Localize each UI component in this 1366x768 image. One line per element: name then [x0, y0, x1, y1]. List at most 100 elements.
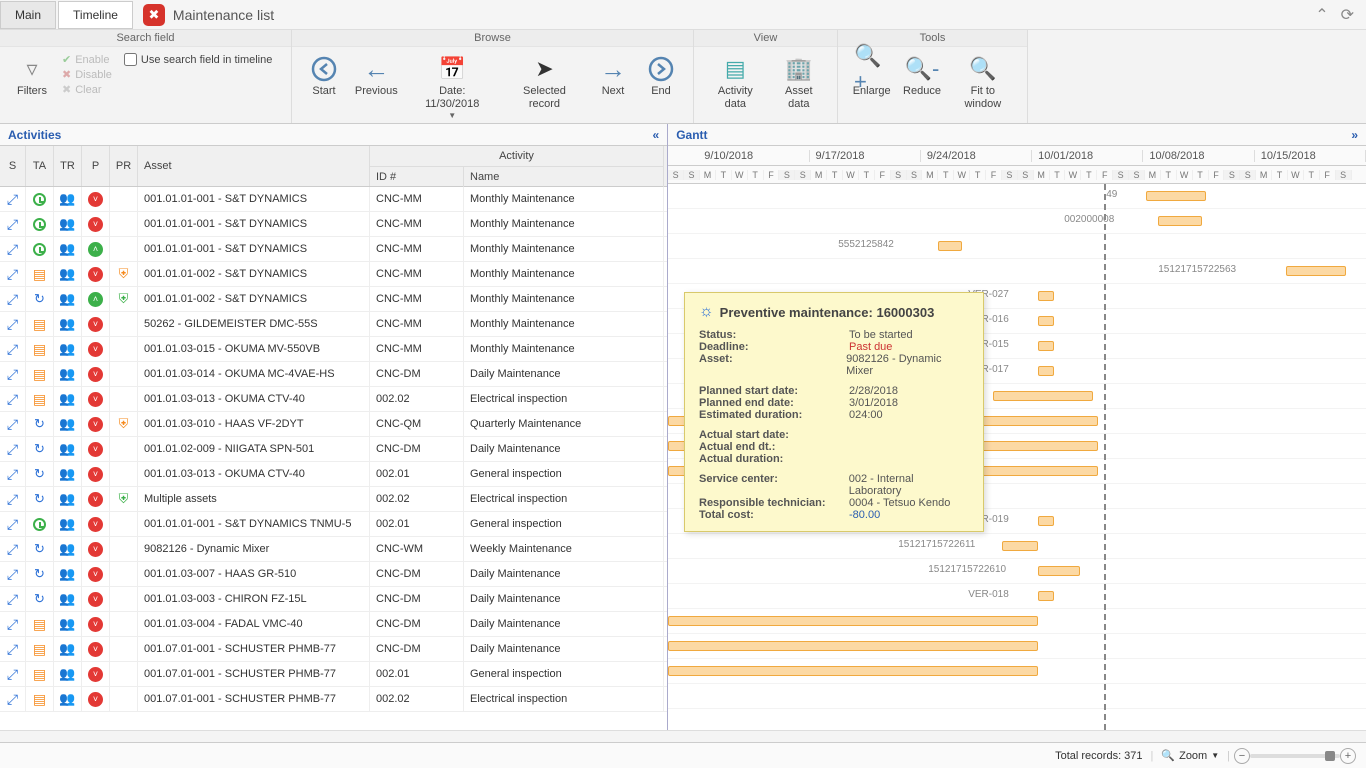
zoom-slider[interactable] — [1250, 754, 1340, 758]
clear-button[interactable]: ✖Clear — [62, 83, 112, 96]
enable-button[interactable]: ✔Enable — [62, 53, 112, 66]
table-row[interactable]: ⤢▤👥˅001.01.03-015 - OKUMA MV-550VBCNC-MM… — [0, 337, 667, 362]
expand-icon[interactable]: ⤢ — [7, 491, 18, 508]
gantt-row[interactable] — [668, 659, 1366, 684]
asset-data-button[interactable]: 🏢Asset data — [769, 51, 829, 113]
table-row[interactable]: ⤢▤👥˅001.01.03-004 - FADAL VMC-40CNC-DMDa… — [0, 612, 667, 637]
col-tr[interactable]: TR — [54, 146, 82, 186]
gantt-bar[interactable] — [1038, 591, 1054, 601]
selected-record-button[interactable]: ➤Selected record — [500, 51, 589, 113]
gantt-bar[interactable] — [668, 641, 1038, 651]
gantt-row[interactable] — [668, 634, 1366, 659]
gantt-row[interactable]: 15121715722610 — [668, 559, 1366, 584]
expand-icon[interactable]: ⤢ — [7, 566, 18, 583]
table-row[interactable]: ⤢👥˅001.01.01-001 - S&T DYNAMICSCNC-MMMon… — [0, 212, 667, 237]
end-button[interactable]: End — [637, 51, 685, 100]
date-button[interactable]: 📅Date: 11/30/2018▼ — [405, 51, 500, 122]
expand-icon[interactable]: ⤢ — [7, 291, 18, 308]
col-id[interactable]: ID # — [370, 166, 464, 187]
gantt-row[interactable]: 002000008 — [668, 209, 1366, 234]
table-row[interactable]: ⤢▤👥˅⛨001.01.01-002 - S&T DYNAMICSCNC-MMM… — [0, 262, 667, 287]
gantt-bar[interactable] — [1038, 366, 1054, 376]
reduce-button[interactable]: 🔍-Reduce — [897, 51, 946, 100]
expand-icon[interactable]: ⤢ — [7, 366, 18, 383]
gantt-row[interactable] — [668, 184, 1366, 209]
col-ta[interactable]: TA — [26, 146, 54, 186]
activity-data-button[interactable]: ▤Activity data — [702, 51, 769, 113]
gantt-row[interactable]: 15121715722563 — [668, 259, 1366, 284]
table-row[interactable]: ⤢↻👥˅001.01.03-013 - OKUMA CTV-40002.01Ge… — [0, 462, 667, 487]
expand-right-icon[interactable]: » — [1351, 128, 1358, 142]
table-row[interactable]: ⤢▤👥˅001.01.03-014 - OKUMA MC-4VAE-HSCNC-… — [0, 362, 667, 387]
filters-button[interactable]: ▿ Filters — [8, 51, 56, 100]
table-row[interactable]: ⤢👥˅001.01.01-001 - S&T DYNAMICS TNMU-500… — [0, 512, 667, 537]
gantt-bar[interactable] — [1002, 541, 1038, 551]
collapse-ribbon-icon[interactable]: ⌃ — [1315, 5, 1328, 25]
gantt-bar[interactable] — [1038, 341, 1054, 351]
gantt-row[interactable]: 5552125842 — [668, 234, 1366, 259]
gantt-bar[interactable] — [993, 391, 1093, 401]
gantt-row[interactable]: VER-018 — [668, 584, 1366, 609]
table-row[interactable]: ⤢▤👥˅001.07.01-001 - SCHUSTER PHMB-77002.… — [0, 687, 667, 712]
refresh-icon[interactable]: ⟳ — [1341, 5, 1354, 25]
zoom-out-button[interactable]: − — [1234, 748, 1250, 764]
gantt-row[interactable] — [668, 609, 1366, 634]
gantt-bar[interactable] — [1158, 216, 1202, 226]
table-row[interactable]: ⤢👥˄001.01.01-001 - S&T DYNAMICSCNC-MMMon… — [0, 237, 667, 262]
expand-icon[interactable]: ⤢ — [7, 691, 18, 708]
gantt-bar[interactable] — [668, 616, 1038, 626]
col-s[interactable]: S — [0, 146, 26, 186]
expand-icon[interactable]: ⤢ — [7, 191, 18, 208]
expand-icon[interactable]: ⤢ — [7, 666, 18, 683]
horizontal-scrollbar[interactable] — [0, 730, 1366, 742]
expand-icon[interactable]: ⤢ — [7, 641, 18, 658]
table-row[interactable]: ⤢↻👥˅001.01.02-009 - NIIGATA SPN-501CNC-D… — [0, 437, 667, 462]
col-name[interactable]: Name — [464, 166, 664, 187]
table-row[interactable]: ⤢↻👥˅⛨001.01.03-010 - HAAS VF-2DYTCNC-QMQ… — [0, 412, 667, 437]
expand-icon[interactable]: ⤢ — [7, 316, 18, 333]
expand-icon[interactable]: ⤢ — [7, 241, 18, 258]
tab-timeline[interactable]: Timeline — [58, 1, 133, 29]
table-row[interactable]: ⤢↻👥˅001.01.03-003 - CHIRON FZ-15LCNC-DMD… — [0, 587, 667, 612]
use-search-timeline-checkbox[interactable] — [124, 53, 137, 66]
col-p[interactable]: P — [82, 146, 110, 186]
col-pr[interactable]: PR — [110, 146, 138, 186]
expand-icon[interactable]: ⤢ — [7, 591, 18, 608]
table-row[interactable]: ⤢↻👥˅001.01.03-007 - HAAS GR-510CNC-DMDai… — [0, 562, 667, 587]
gantt-bar[interactable] — [1038, 316, 1054, 326]
chevron-down-icon[interactable]: ▼ — [1211, 751, 1219, 760]
gantt-bar[interactable] — [1038, 566, 1080, 576]
expand-icon[interactable]: ⤢ — [7, 266, 18, 283]
table-row[interactable]: ⤢↻👥˅9082126 - Dynamic MixerCNC-WMWeekly … — [0, 537, 667, 562]
expand-icon[interactable]: ⤢ — [7, 416, 18, 433]
start-button[interactable]: Start — [300, 51, 348, 100]
enlarge-button[interactable]: 🔍+Enlarge — [846, 51, 897, 100]
expand-icon[interactable]: ⤢ — [7, 541, 18, 558]
table-row[interactable]: ⤢▤👥˅001.07.01-001 - SCHUSTER PHMB-77CNC-… — [0, 637, 667, 662]
grid-body[interactable]: ⤢👥˅001.01.01-001 - S&T DYNAMICSCNC-MMMon… — [0, 187, 667, 730]
table-row[interactable]: ⤢▤👥˅50262 - GILDEMEISTER DMC-55SCNC-MMMo… — [0, 312, 667, 337]
table-row[interactable]: ⤢↻👥˄⛨001.01.01-002 - S&T DYNAMICSCNC-MMM… — [0, 287, 667, 312]
expand-icon[interactable]: ⤢ — [7, 216, 18, 233]
table-row[interactable]: ⤢▤👥˅001.01.03-013 - OKUMA CTV-40002.02El… — [0, 387, 667, 412]
gantt-bar[interactable] — [1146, 191, 1206, 201]
table-row[interactable]: ⤢👥˅001.01.01-001 - S&T DYNAMICSCNC-MMMon… — [0, 187, 667, 212]
expand-icon[interactable]: ⤢ — [7, 616, 18, 633]
gantt-bar[interactable] — [938, 241, 962, 251]
zoom-in-button[interactable]: + — [1340, 748, 1356, 764]
tab-main[interactable]: Main — [0, 1, 56, 29]
table-row[interactable]: ⤢↻👥˅⛨Multiple assets002.02Electrical ins… — [0, 487, 667, 512]
expand-icon[interactable]: ⤢ — [7, 341, 18, 358]
expand-icon[interactable]: ⤢ — [7, 466, 18, 483]
gantt-row[interactable] — [668, 684, 1366, 709]
fit-window-button[interactable]: 🔍Fit to window — [947, 51, 1019, 113]
next-button[interactable]: →Next — [589, 51, 637, 100]
collapse-left-icon[interactable]: « — [653, 128, 660, 142]
col-asset[interactable]: Asset — [138, 146, 370, 186]
gantt-bar[interactable] — [1038, 516, 1054, 526]
disable-button[interactable]: ✖Disable — [62, 68, 112, 81]
previous-button[interactable]: ←Previous — [348, 51, 405, 100]
table-row[interactable]: ⤢▤👥˅001.07.01-001 - SCHUSTER PHMB-77002.… — [0, 662, 667, 687]
expand-icon[interactable]: ⤢ — [7, 516, 18, 533]
expand-icon[interactable]: ⤢ — [7, 391, 18, 408]
